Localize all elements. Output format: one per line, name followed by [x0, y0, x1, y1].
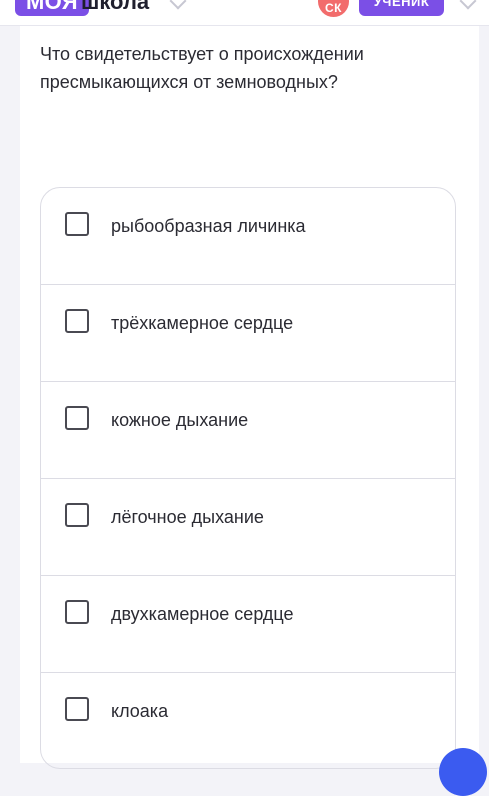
- answer-options-list: рыбообразная личинка трёхкамерное сердце…: [40, 187, 456, 769]
- chevron-down-icon[interactable]: [459, 0, 477, 10]
- logo-badge[interactable]: МОЯ: [15, 0, 89, 16]
- answer-option[interactable]: трёхкамерное сердце: [41, 285, 455, 382]
- answer-option[interactable]: двухкамерное сердце: [41, 576, 455, 673]
- answer-option[interactable]: рыбообразная личинка: [41, 188, 455, 285]
- role-badge[interactable]: УЧЕНИК: [359, 0, 444, 16]
- answer-option-label: кожное дыхание: [111, 410, 249, 430]
- avatar[interactable]: СК: [318, 0, 349, 17]
- answer-option-label: рыбообразная личинка: [111, 216, 306, 236]
- question-text: Что свидетельствует о происхождении прес…: [40, 44, 364, 92]
- chevron-down-icon[interactable]: [169, 0, 187, 10]
- checkbox[interactable]: [65, 600, 89, 624]
- answer-option[interactable]: кожное дыхание: [41, 382, 455, 479]
- answer-option-label: двухкамерное сердце: [111, 604, 294, 624]
- answer-option-label: лёгочное дыхание: [111, 507, 264, 527]
- top-header: МОЯ школа СК УЧЕНИК: [0, 0, 489, 26]
- checkbox[interactable]: [65, 212, 89, 236]
- answer-option[interactable]: клоака: [41, 673, 455, 768]
- answer-option-label: трёхкамерное сердце: [111, 313, 294, 333]
- checkbox[interactable]: [65, 309, 89, 333]
- logo-text[interactable]: школа: [81, 0, 149, 16]
- answer-option-label: клоака: [111, 701, 169, 721]
- checkbox[interactable]: [65, 503, 89, 527]
- answer-option[interactable]: лёгочное дыхание: [41, 479, 455, 576]
- checkbox[interactable]: [65, 406, 89, 430]
- floating-action-button[interactable]: [439, 748, 487, 796]
- checkbox[interactable]: [65, 697, 89, 721]
- question-card: Что свидетельствует о происхождении прес…: [20, 26, 479, 769]
